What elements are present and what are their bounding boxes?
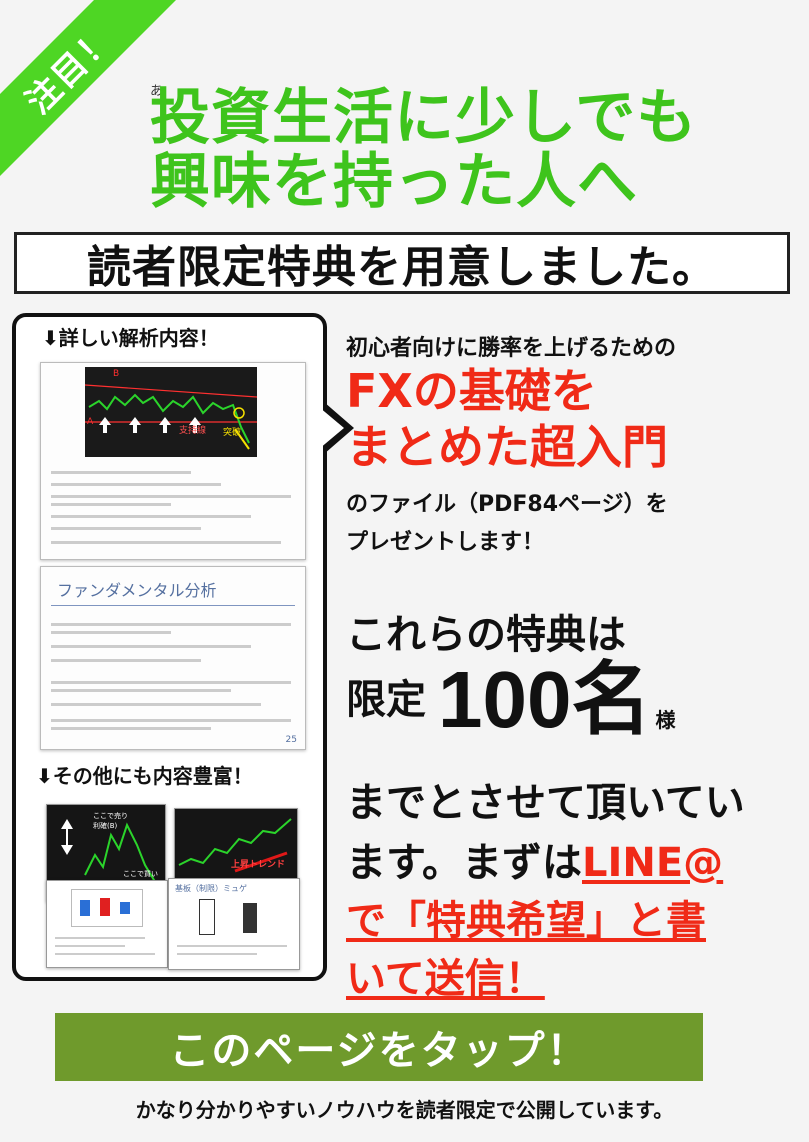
offer-file: のファイル（PDF84ページ）を [346, 492, 668, 517]
candle-blue [120, 902, 130, 914]
thumb-chart-1-label2: ここで買い [123, 870, 158, 878]
offer-intro: 初心者向けに勝率を上げるための [346, 336, 677, 361]
chart-support-label: 支持線 [179, 426, 207, 436]
subtitle-box: 読者限定特典を用意しました。 [14, 232, 790, 294]
bubble-heading-more: ⬇その他にも内容豊富！ [36, 764, 253, 788]
text-line [51, 495, 291, 498]
text-line [55, 937, 145, 939]
headline-line1: 投資生活に少しでも [150, 83, 698, 153]
limit-line5: いて送信！ [346, 956, 545, 1002]
thumb-chart-2-svg [178, 818, 292, 873]
text-line [51, 623, 291, 626]
text-line [55, 945, 125, 947]
candle-blue [80, 900, 90, 916]
text-line [51, 681, 291, 684]
tap-page-button[interactable]: このページをタップ！ [55, 1013, 703, 1081]
bubble-heading-analysis: ⬇詳しい解析内容！ [42, 326, 219, 350]
slide-page-number: 25 [285, 735, 297, 745]
thumb-chart-2: 上昇トレンド [174, 808, 298, 886]
text-line [51, 703, 261, 706]
candle-white [199, 899, 215, 935]
footer-note: かなり分かりやすいノウハウを読者限定で公開しています。 [135, 1098, 674, 1122]
offer-big1: FXの基礎を [346, 364, 597, 418]
limit-line2: までとさせて頂いてい [346, 780, 745, 826]
bubble-tail-inner [319, 407, 344, 449]
thumb-diagram-1 [46, 880, 168, 968]
chart-breakout-label: 突破 [223, 428, 242, 438]
text-line [51, 631, 171, 634]
candlestick-chart-image: B A 支持線 突破 [84, 367, 258, 457]
text-line [177, 953, 257, 955]
limit-line3a: ます。まずは [346, 840, 582, 886]
line-link[interactable]: LINE@ [582, 840, 723, 886]
text-line [51, 503, 171, 506]
chart-label-b: B [113, 369, 120, 379]
thumb-chart-2-label: 上昇トレンド [231, 860, 286, 870]
thumb-chart-1-label: ここで売り 利確(B) [93, 812, 128, 830]
text-line [51, 719, 291, 722]
limit-line1: これらの特典は [346, 612, 626, 658]
text-line [51, 659, 201, 662]
preview-slide-chart: B A 支持線 突破 [40, 362, 306, 560]
headline: 投資生活に少しでも 興味を持った人へ [150, 86, 790, 214]
text-line [51, 689, 231, 692]
thumb-diagram-2-title: 基板（制限）ミュゲ [175, 884, 247, 893]
text-line [51, 515, 251, 518]
slide-title: ファンダメンタル分析 [57, 581, 217, 600]
tap-page-label: このページをタップ！ [169, 1028, 589, 1074]
text-line [51, 541, 281, 544]
headline-line2: 興味を持った人へ [150, 147, 638, 217]
preview-slide-fundamental: ファンダメンタル分析 25 [40, 566, 306, 750]
title-rule [51, 605, 295, 606]
subtitle-text: 読者限定特典を用意しました。 [87, 242, 717, 293]
limit-line4: で「特典希望」と書 [346, 898, 706, 944]
text-line [51, 527, 201, 530]
offer-big2: まとめた超入門 [346, 420, 668, 474]
limit-suffix: 様 [655, 708, 676, 732]
ribbon-label: 注目！ [18, 17, 123, 122]
limit-count: 限定 100名 様 [346, 660, 675, 740]
chart-svg [84, 384, 258, 450]
text-line [51, 483, 221, 486]
text-line [55, 953, 155, 955]
chart-label-a: A [87, 417, 94, 427]
offer-present: プレゼントします！ [346, 530, 545, 555]
text-line [51, 727, 211, 730]
limit-line3: ます。まずはLINE@ [346, 830, 723, 888]
text-line [51, 471, 191, 474]
limit-prefix: 限定 [346, 677, 426, 723]
thumb-diagram-2: 基板（制限）ミュゲ [168, 878, 300, 970]
limit-number: 100名 [438, 655, 652, 744]
thumb-diagram-box [71, 889, 143, 927]
candle-black [243, 903, 257, 933]
text-line [177, 945, 287, 947]
text-line [51, 645, 251, 648]
candle-red [100, 898, 110, 916]
